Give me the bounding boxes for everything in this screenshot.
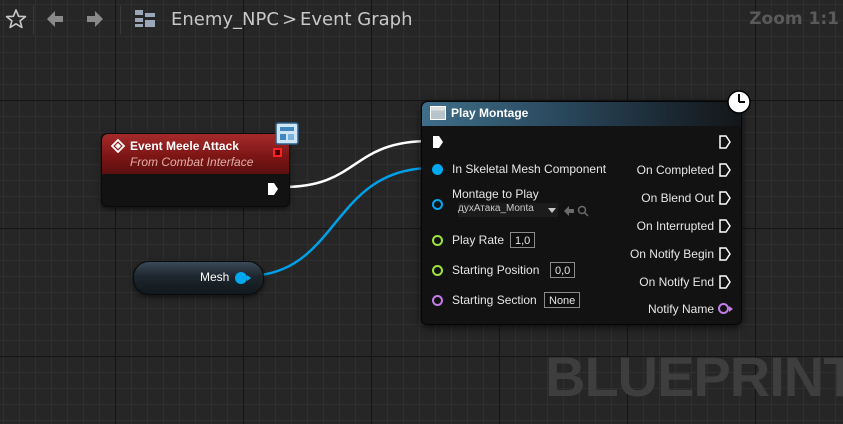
mesh-pin-arrow-icon (247, 275, 251, 281)
montage-input-label: Montage to Play (452, 187, 539, 201)
back-arrow-icon[interactable] (40, 4, 70, 34)
event-node-subtitle: From Combat Interface (130, 155, 254, 169)
on-interrupted-label: On Interrupted (636, 219, 714, 233)
exec-then-output-pin[interactable] (718, 135, 732, 154)
browse-search-icon[interactable] (577, 204, 589, 222)
play-montage-title: Play Montage (451, 106, 529, 120)
montage-input-pin[interactable] (432, 199, 443, 210)
event-graph-icon (130, 4, 160, 34)
notify-name-output-pin[interactable] (718, 303, 729, 314)
interface-message-icon (274, 120, 302, 151)
mesh-output-pin[interactable] (235, 272, 247, 284)
event-node-header[interactable]: Event Meele Attack From Combat Interface (102, 134, 289, 174)
play-montage-header[interactable]: Play Montage (422, 102, 741, 126)
on-notify-begin-label: On Notify Begin (629, 247, 714, 261)
starting-section-input-pin[interactable] (432, 295, 443, 306)
dropdown-arrow-icon (548, 208, 556, 213)
on-notify-end-label: On Notify End (639, 275, 714, 289)
notify-name-pin-arrow-icon (729, 306, 733, 312)
exec-output-pin[interactable] (266, 182, 280, 201)
event-node-title: Event Meele Attack (130, 139, 239, 153)
event-diamond-icon (110, 138, 126, 158)
montage-asset-value: духАтака_Monta (458, 203, 534, 214)
skeletal-mesh-input-label: In Skeletal Mesh Component (452, 162, 607, 176)
favorite-star-icon[interactable] (1, 4, 31, 34)
blueprint-watermark: BLUEPRINT (545, 345, 843, 408)
starting-section-field[interactable]: None (544, 292, 581, 308)
skeletal-mesh-input-pin[interactable] (432, 164, 443, 175)
breadcrumb-separator: > (282, 9, 298, 30)
zoom-level: Zoom 1:1 (749, 9, 839, 29)
starting-position-label: Starting Position (452, 263, 540, 277)
use-selected-arrow-icon[interactable] (563, 204, 575, 222)
play-rate-input-pin[interactable] (432, 235, 443, 246)
latent-clock-icon (726, 89, 752, 120)
event-meele-attack-node[interactable]: Event Meele Attack From Combat Interface (101, 122, 299, 207)
on-completed-output-pin[interactable] (718, 163, 732, 182)
play-rate-label: Play Rate (452, 233, 505, 247)
mesh-variable-label: Mesh (200, 270, 230, 284)
play-rate-field[interactable]: 1,0 (510, 232, 536, 248)
on-completed-label: On Completed (636, 163, 714, 177)
starting-section-label: Starting Section (452, 293, 537, 307)
starting-position-field[interactable]: 0,0 (550, 262, 576, 278)
on-notify-end-output-pin[interactable] (718, 275, 732, 294)
on-blend-out-label: On Blend Out (641, 191, 714, 205)
starting-position-input-pin[interactable] (432, 265, 443, 276)
montage-asset-dropdown[interactable]: духАтака_Monta (458, 203, 558, 217)
exec-wire (282, 139, 431, 189)
forward-arrow-icon[interactable] (80, 4, 110, 34)
mesh-variable-node[interactable]: Mesh (133, 261, 264, 295)
notify-name-label: Notify Name (647, 302, 714, 316)
toolbar-divider (33, 6, 34, 34)
exec-input-pin[interactable] (431, 135, 445, 154)
graph-toolbar: Enemy_NPC > Event Graph Zoom 1:1 (0, 0, 843, 38)
on-interrupted-output-pin[interactable] (718, 219, 732, 238)
function-icon (430, 106, 446, 120)
on-blend-out-output-pin[interactable] (718, 191, 732, 210)
breadcrumb-event-graph[interactable]: Event Graph (300, 9, 413, 30)
play-montage-node[interactable]: Play Montage In Skeletal Mesh Component … (421, 90, 751, 325)
breadcrumb-blueprint[interactable]: Enemy_NPC (171, 9, 279, 30)
on-notify-begin-output-pin[interactable] (718, 247, 732, 266)
toolbar-divider (120, 6, 121, 34)
blueprint-graph-canvas[interactable]: Enemy_NPC > Event Graph Zoom 1:1 BLUEPRI… (0, 0, 843, 424)
